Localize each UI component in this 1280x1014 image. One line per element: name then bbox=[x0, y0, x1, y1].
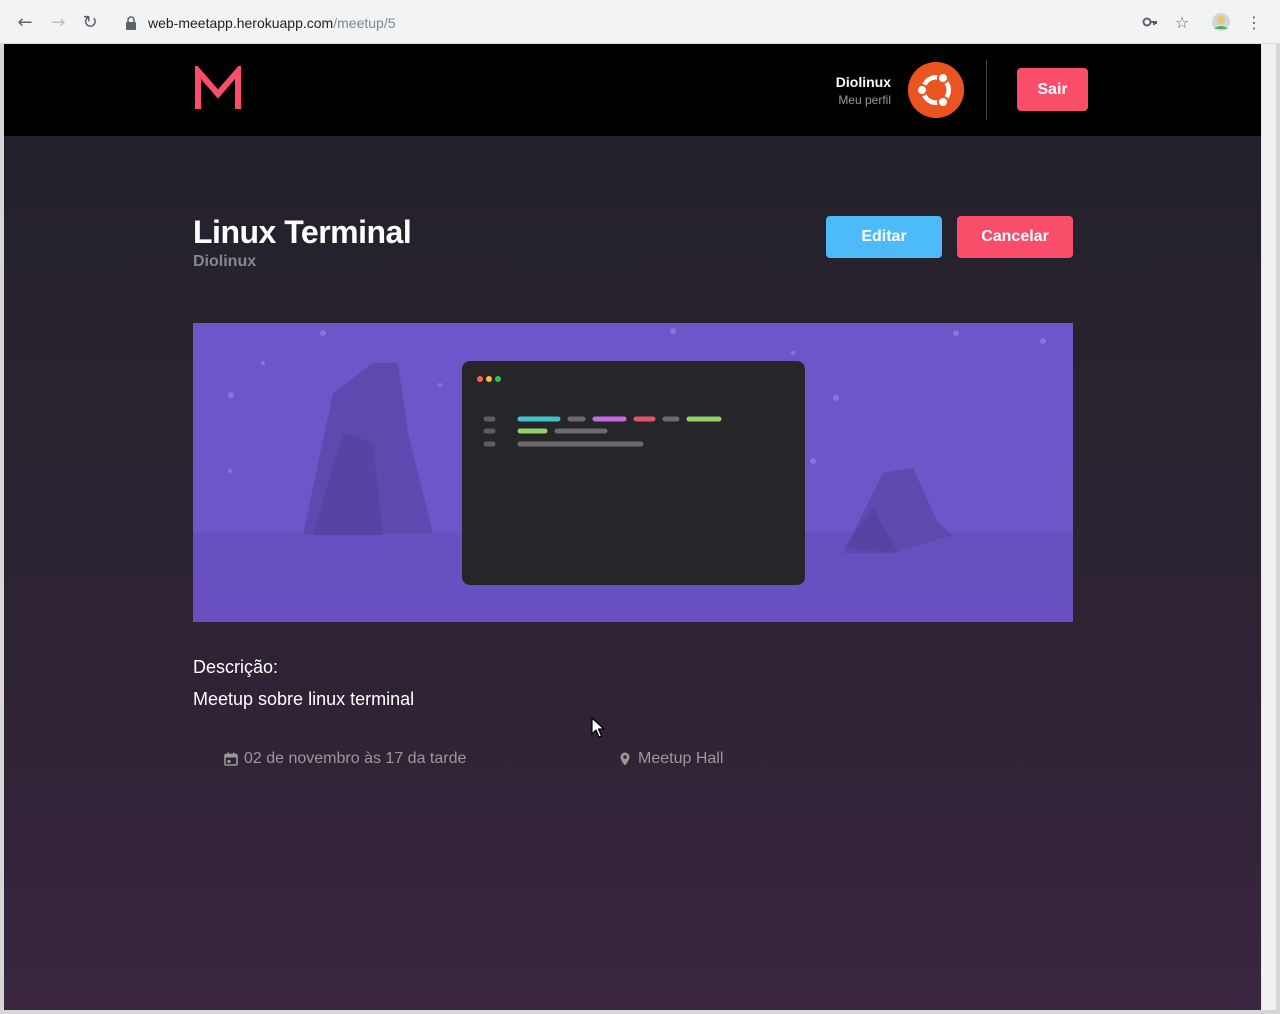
description-label: Descrição: bbox=[193, 657, 279, 677]
window-border-right bbox=[1276, 44, 1280, 1014]
description-text: Meetup sobre linux terminal bbox=[193, 689, 415, 709]
user-profile: Diolinux Meu perfil bbox=[836, 74, 891, 107]
app-header: Diolinux Meu perfil Sair bbox=[4, 44, 1261, 136]
meetup-date: 02 de novembro às 17 da tarde bbox=[224, 750, 466, 768]
back-arrow-icon[interactable]: ← bbox=[14, 11, 36, 33]
vertical-scrollbar[interactable] bbox=[1261, 44, 1277, 1010]
profile-link[interactable]: Meu perfil bbox=[836, 93, 891, 107]
meetup-banner-image bbox=[193, 323, 1073, 622]
browser-toolbar: ← → ↻ web-meetapp.herokuapp.com/meetup/5… bbox=[0, 0, 1280, 44]
url-path: /meetup/5 bbox=[333, 15, 396, 31]
logout-button[interactable]: Sair bbox=[1017, 68, 1088, 111]
location-text: Meetup Hall bbox=[638, 750, 724, 767]
date-text: 02 de novembro às 17 da tarde bbox=[244, 750, 467, 767]
url-host: web-meetapp.herokuapp.com bbox=[148, 15, 334, 31]
page-viewport: Diolinux Meu perfil Sair Linux Terminal … bbox=[4, 44, 1261, 1010]
page-title: Linux Terminal bbox=[193, 214, 412, 250]
forward-arrow-icon[interactable]: → bbox=[47, 11, 69, 33]
cancel-button[interactable]: Cancelar bbox=[957, 216, 1073, 258]
menu-dots-icon[interactable]: ⋮ bbox=[1243, 11, 1265, 33]
location-pin-icon bbox=[620, 752, 630, 766]
avatar[interactable] bbox=[908, 62, 964, 118]
mouse-cursor-icon bbox=[591, 717, 605, 738]
address-bar[interactable]: web-meetapp.herokuapp.com/meetup/5 bbox=[112, 8, 1202, 38]
calendar-icon bbox=[224, 752, 238, 766]
meetup-location: Meetup Hall bbox=[618, 750, 723, 768]
header-divider bbox=[986, 60, 987, 120]
organizer-name: Diolinux bbox=[193, 253, 257, 270]
meetapp-logo[interactable] bbox=[193, 66, 243, 112]
window-border-bottom bbox=[0, 1010, 1280, 1014]
user-name: Diolinux bbox=[835, 74, 891, 90]
reload-icon[interactable]: ↻ bbox=[79, 11, 101, 33]
key-icon[interactable] bbox=[1139, 11, 1161, 33]
bookmark-star-icon[interactable]: ☆ bbox=[1171, 11, 1193, 33]
profile-avatar-icon[interactable] bbox=[1210, 11, 1232, 33]
edit-button[interactable]: Editar bbox=[826, 216, 942, 258]
lock-icon bbox=[126, 16, 136, 30]
